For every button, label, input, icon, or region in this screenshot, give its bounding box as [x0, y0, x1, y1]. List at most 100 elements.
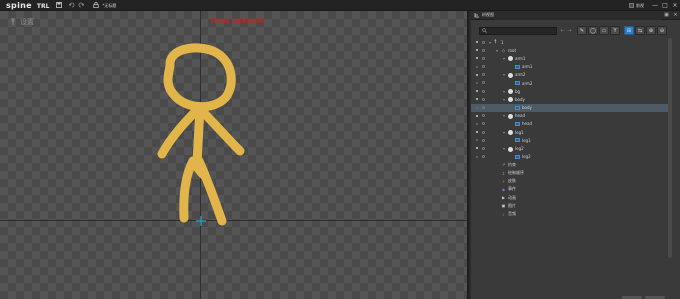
tree-row[interactable]: arm2 [471, 79, 670, 87]
canvas-viewport[interactable]: 设置 TRIAL VERSION [0, 11, 469, 299]
tree-row-label: arm1 [522, 64, 533, 70]
figure-head [163, 43, 236, 112]
tree-row[interactable]: ♪ 音频 [471, 210, 670, 218]
tool-button-6[interactable]: ⇆ [635, 26, 645, 35]
visibility-dot-icon[interactable] [476, 49, 478, 52]
tree-list: ▾ † 1 ▾ ◇ root ▾ arm1 arm1 ▾ arm2 arm2 ▾ bg ▾ body body ▾… [471, 38, 670, 218]
tree-row[interactable]: ▾ head [471, 112, 670, 120]
visibility-dot-icon[interactable] [476, 139, 478, 142]
key-dot-icon[interactable] [482, 106, 485, 109]
nav-forward-button[interactable]: → [566, 27, 573, 35]
scrollbar-thumb[interactable] [668, 38, 672, 258]
tree-row[interactable]: body [471, 103, 670, 112]
panel-float-button[interactable]: ▣ [662, 11, 671, 20]
tree-row[interactable]: ▾ ◇ root [471, 46, 670, 54]
stick-figure[interactable] [0, 11, 469, 299]
tree-row-label: 音频 [508, 211, 516, 217]
slot-icon [515, 105, 520, 110]
visibility-dot-icon[interactable] [476, 98, 478, 101]
tree-row-label: leg2 [515, 146, 524, 152]
tree-row[interactable]: ▶ 动画 [471, 194, 670, 202]
tree-search-input[interactable] [479, 26, 557, 35]
tool-button-5[interactable]: ⊞ [624, 26, 634, 35]
tree-row[interactable]: ▾ bg [471, 87, 670, 95]
tree-row[interactable]: ↗ 约束 [471, 161, 670, 169]
close-button[interactable]: × [670, 0, 680, 11]
tool-button-8[interactable]: ⊖ [657, 26, 667, 35]
view-badge-icon [629, 3, 634, 8]
key-dot-icon[interactable] [482, 146, 485, 150]
tree-row[interactable]: head [471, 120, 670, 128]
tree-row-label: head [515, 113, 525, 119]
key-dot-icon[interactable] [482, 48, 485, 52]
visibility-dot-icon[interactable] [476, 122, 478, 125]
tool-button-1[interactable]: ✎ [577, 26, 587, 35]
key-dot-icon[interactable] [482, 40, 485, 44]
visibility-dot-icon[interactable] [476, 73, 478, 76]
tool-button-7[interactable]: ⊕ [646, 26, 656, 35]
key-dot-icon[interactable] [482, 65, 485, 69]
tree-row-label: 皮肤 [508, 178, 516, 184]
key-dot-icon[interactable] [482, 97, 485, 101]
tool-button-4[interactable]: Y [610, 26, 620, 35]
visibility-dot-icon[interactable] [476, 131, 478, 134]
tree-scrollbar[interactable] [668, 38, 672, 258]
tool-button-3[interactable]: ▭ [599, 26, 609, 35]
project-name: *无标题 [102, 2, 117, 8]
logo-text: spine [6, 0, 32, 10]
tool-button-2[interactable]: ◯ [588, 26, 598, 35]
key-dot-icon[interactable] [482, 89, 485, 93]
tab-strip [494, 10, 662, 20]
bone-icon [508, 113, 513, 119]
redo-icon[interactable] [78, 2, 85, 8]
visibility-dot-icon[interactable] [476, 81, 478, 84]
app-logo[interactable]: spine TRL [6, 0, 49, 11]
node-icon: ✦ [501, 178, 506, 184]
visibility-dot-icon[interactable] [476, 114, 478, 117]
origin-crosshair-icon [196, 216, 206, 226]
lock-icon[interactable] [93, 2, 99, 8]
figure-arm-left [157, 106, 201, 159]
key-dot-icon[interactable] [482, 130, 485, 134]
visibility-dot-icon[interactable] [476, 41, 478, 43]
root-bone-icon: ◇ [501, 47, 506, 53]
visibility-dot-icon[interactable] [476, 106, 478, 109]
visibility-dot-icon[interactable] [476, 147, 478, 150]
undo-icon[interactable] [69, 2, 75, 8]
view-badge[interactable]: 前视 [629, 3, 644, 9]
key-dot-icon[interactable] [482, 114, 485, 118]
tree-row[interactable]: ◆ 事件 [471, 185, 670, 193]
tree-row[interactable]: ▾ † 1 [471, 38, 670, 46]
nav-back-button[interactable]: ← [559, 27, 566, 35]
tree-row[interactable]: ▾ leg2 [471, 144, 670, 152]
node-icon: ▣ [501, 203, 506, 209]
visibility-dot-icon[interactable] [476, 65, 478, 68]
node-icon: ▶ [501, 195, 506, 201]
tree-row[interactable]: ▾ arm2 [471, 71, 670, 79]
key-dot-icon[interactable] [482, 122, 485, 126]
tree-row[interactable]: ▾ arm1 [471, 54, 670, 62]
panel-close-button[interactable]: × [671, 11, 680, 20]
key-dot-icon[interactable] [482, 73, 485, 77]
visibility-dot-icon[interactable] [476, 90, 478, 93]
tree-panel: 树视图 ▣ × ← → ✎ ◯ ▭ Y ⊞ ⇆ ⊕ ⊖ ▾ † 1 ▾ ◇ root ▾ arm1 arm1 ▾… [471, 10, 680, 299]
tree-row[interactable]: leg1 [471, 136, 670, 144]
minimize-button[interactable]: — [650, 0, 660, 11]
key-dot-icon[interactable] [482, 138, 485, 142]
bone-icon [508, 130, 513, 136]
save-icon[interactable] [56, 2, 63, 8]
tree-row[interactable]: ✦ 皮肤 [471, 177, 670, 185]
visibility-dot-icon[interactable] [476, 155, 478, 158]
visibility-dot-icon[interactable] [476, 57, 478, 60]
tree-row[interactable]: ▾ leg1 [471, 128, 670, 136]
figure-arm-right [197, 106, 245, 156]
tree-row[interactable]: ▣ 图片 [471, 202, 670, 210]
key-dot-icon[interactable] [482, 81, 485, 85]
key-dot-icon[interactable] [482, 155, 485, 159]
tree-row[interactable]: arm1 [471, 63, 670, 71]
tree-row[interactable]: ↕ 绘制顺序 [471, 169, 670, 177]
key-dot-icon[interactable] [482, 56, 485, 60]
tree-row[interactable]: leg2 [471, 153, 670, 161]
tree-row[interactable]: ▾ body [471, 95, 670, 103]
maximize-button[interactable]: □ [660, 0, 670, 11]
